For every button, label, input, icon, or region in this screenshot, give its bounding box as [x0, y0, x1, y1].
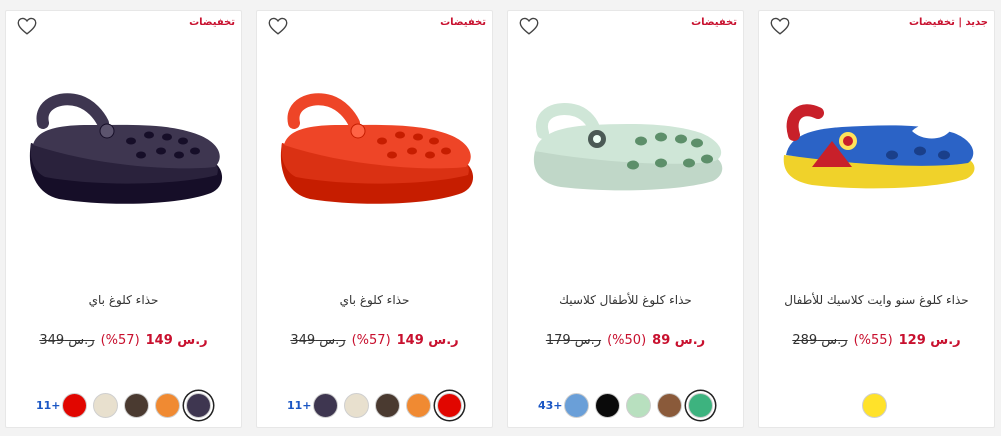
- sale-badge: تخفيضات: [189, 17, 235, 28]
- shoe-shape: [29, 93, 223, 204]
- color-swatch[interactable]: [124, 392, 149, 418]
- price-row: ر.س 129 (55%) ر.س 289: [769, 333, 984, 348]
- price-row: ر.س 149 (57%) ر.س 349: [267, 333, 482, 348]
- sale-badge: تخفيضات: [691, 17, 737, 28]
- heart-outline-icon[interactable]: [267, 15, 289, 37]
- color-swatch[interactable]: [62, 392, 87, 418]
- product-card[interactable]: جديد | تخفيضات حذاء كلوغ سنو وايت كلاسيك…: [758, 10, 995, 428]
- color-swatch[interactable]: [93, 392, 118, 418]
- color-swatch[interactable]: [595, 392, 620, 418]
- price-row: ر.س 149 (57%) ر.س 349: [16, 333, 231, 348]
- color-swatch[interactable]: [406, 392, 431, 418]
- discount-percent: (55%): [853, 333, 893, 348]
- color-swatch[interactable]: [155, 392, 180, 418]
- color-swatch[interactable]: [688, 392, 713, 418]
- discount-percent: (50%): [607, 333, 647, 348]
- heart-outline-icon[interactable]: [16, 15, 38, 37]
- discount-percent: (57%): [100, 333, 140, 348]
- price-row: ر.س 89 (50%) ر.س 179: [518, 333, 733, 348]
- more-colors-count[interactable]: 11+: [36, 399, 61, 412]
- original-price: ر.س 349: [39, 333, 95, 348]
- color-swatch[interactable]: [344, 392, 369, 418]
- current-price: ر.س 89: [652, 333, 706, 348]
- product-name[interactable]: حذاء كلوغ باي: [16, 293, 231, 307]
- discount-percent: (57%): [351, 333, 391, 348]
- current-price: ر.س 129: [898, 333, 961, 348]
- product-grid: تخفيضات حذاء كلوغ باي ر.س 149 (57%) ر.س 34…: [0, 0, 1001, 436]
- color-swatch[interactable]: [862, 392, 887, 418]
- color-swatch[interactable]: [657, 392, 682, 418]
- color-swatch[interactable]: [186, 392, 211, 418]
- product-card[interactable]: تخفيضات حذاء كلوغ باي ر.س 149 (57%) ر.س 34…: [5, 10, 242, 428]
- more-colors-count[interactable]: 43+: [538, 399, 563, 412]
- color-swatch[interactable]: [437, 392, 462, 418]
- color-swatches: 11+: [36, 391, 211, 419]
- more-colors-count[interactable]: 11+: [287, 399, 312, 412]
- sale-badge: تخفيضات: [440, 17, 486, 28]
- product-name[interactable]: حذاء كلوغ سنو وايت كلاسيك للأطفال: [769, 293, 984, 307]
- product-image[interactable]: [270, 71, 480, 221]
- product-image[interactable]: [521, 71, 731, 221]
- original-price: ر.س 289: [792, 333, 848, 348]
- shoe-shape: [783, 104, 975, 189]
- product-image[interactable]: [772, 71, 982, 221]
- color-swatches: [862, 391, 887, 419]
- original-price: ر.س 179: [545, 333, 602, 348]
- product-name[interactable]: حذاء كلوغ باي: [267, 293, 482, 307]
- color-swatches: 43+: [538, 391, 713, 419]
- product-card[interactable]: تخفيضات حذاء كلوغ باي ر.س 149 (57%) ر.س 34…: [256, 10, 493, 428]
- product-card[interactable]: تخفيضات حذاء كلوغ للأطفال كلاسيك ر.س 89 (…: [507, 10, 744, 428]
- heart-outline-icon[interactable]: [518, 15, 540, 37]
- color-swatch[interactable]: [313, 392, 338, 418]
- current-price: ر.س 149: [396, 333, 459, 348]
- color-swatch[interactable]: [626, 392, 651, 418]
- sale-badge: جديد | تخفيضات: [908, 17, 988, 28]
- shoe-shape: [280, 93, 474, 204]
- heart-outline-icon[interactable]: [769, 15, 791, 37]
- color-swatch[interactable]: [375, 392, 400, 418]
- shoe-shape: [533, 103, 723, 191]
- color-swatches: 11+: [287, 391, 462, 419]
- color-swatch[interactable]: [564, 392, 589, 418]
- product-name[interactable]: حذاء كلوغ للأطفال كلاسيك: [518, 293, 733, 307]
- product-image[interactable]: [19, 71, 229, 221]
- current-price: ر.س 149: [145, 333, 208, 348]
- original-price: ر.س 349: [290, 333, 346, 348]
